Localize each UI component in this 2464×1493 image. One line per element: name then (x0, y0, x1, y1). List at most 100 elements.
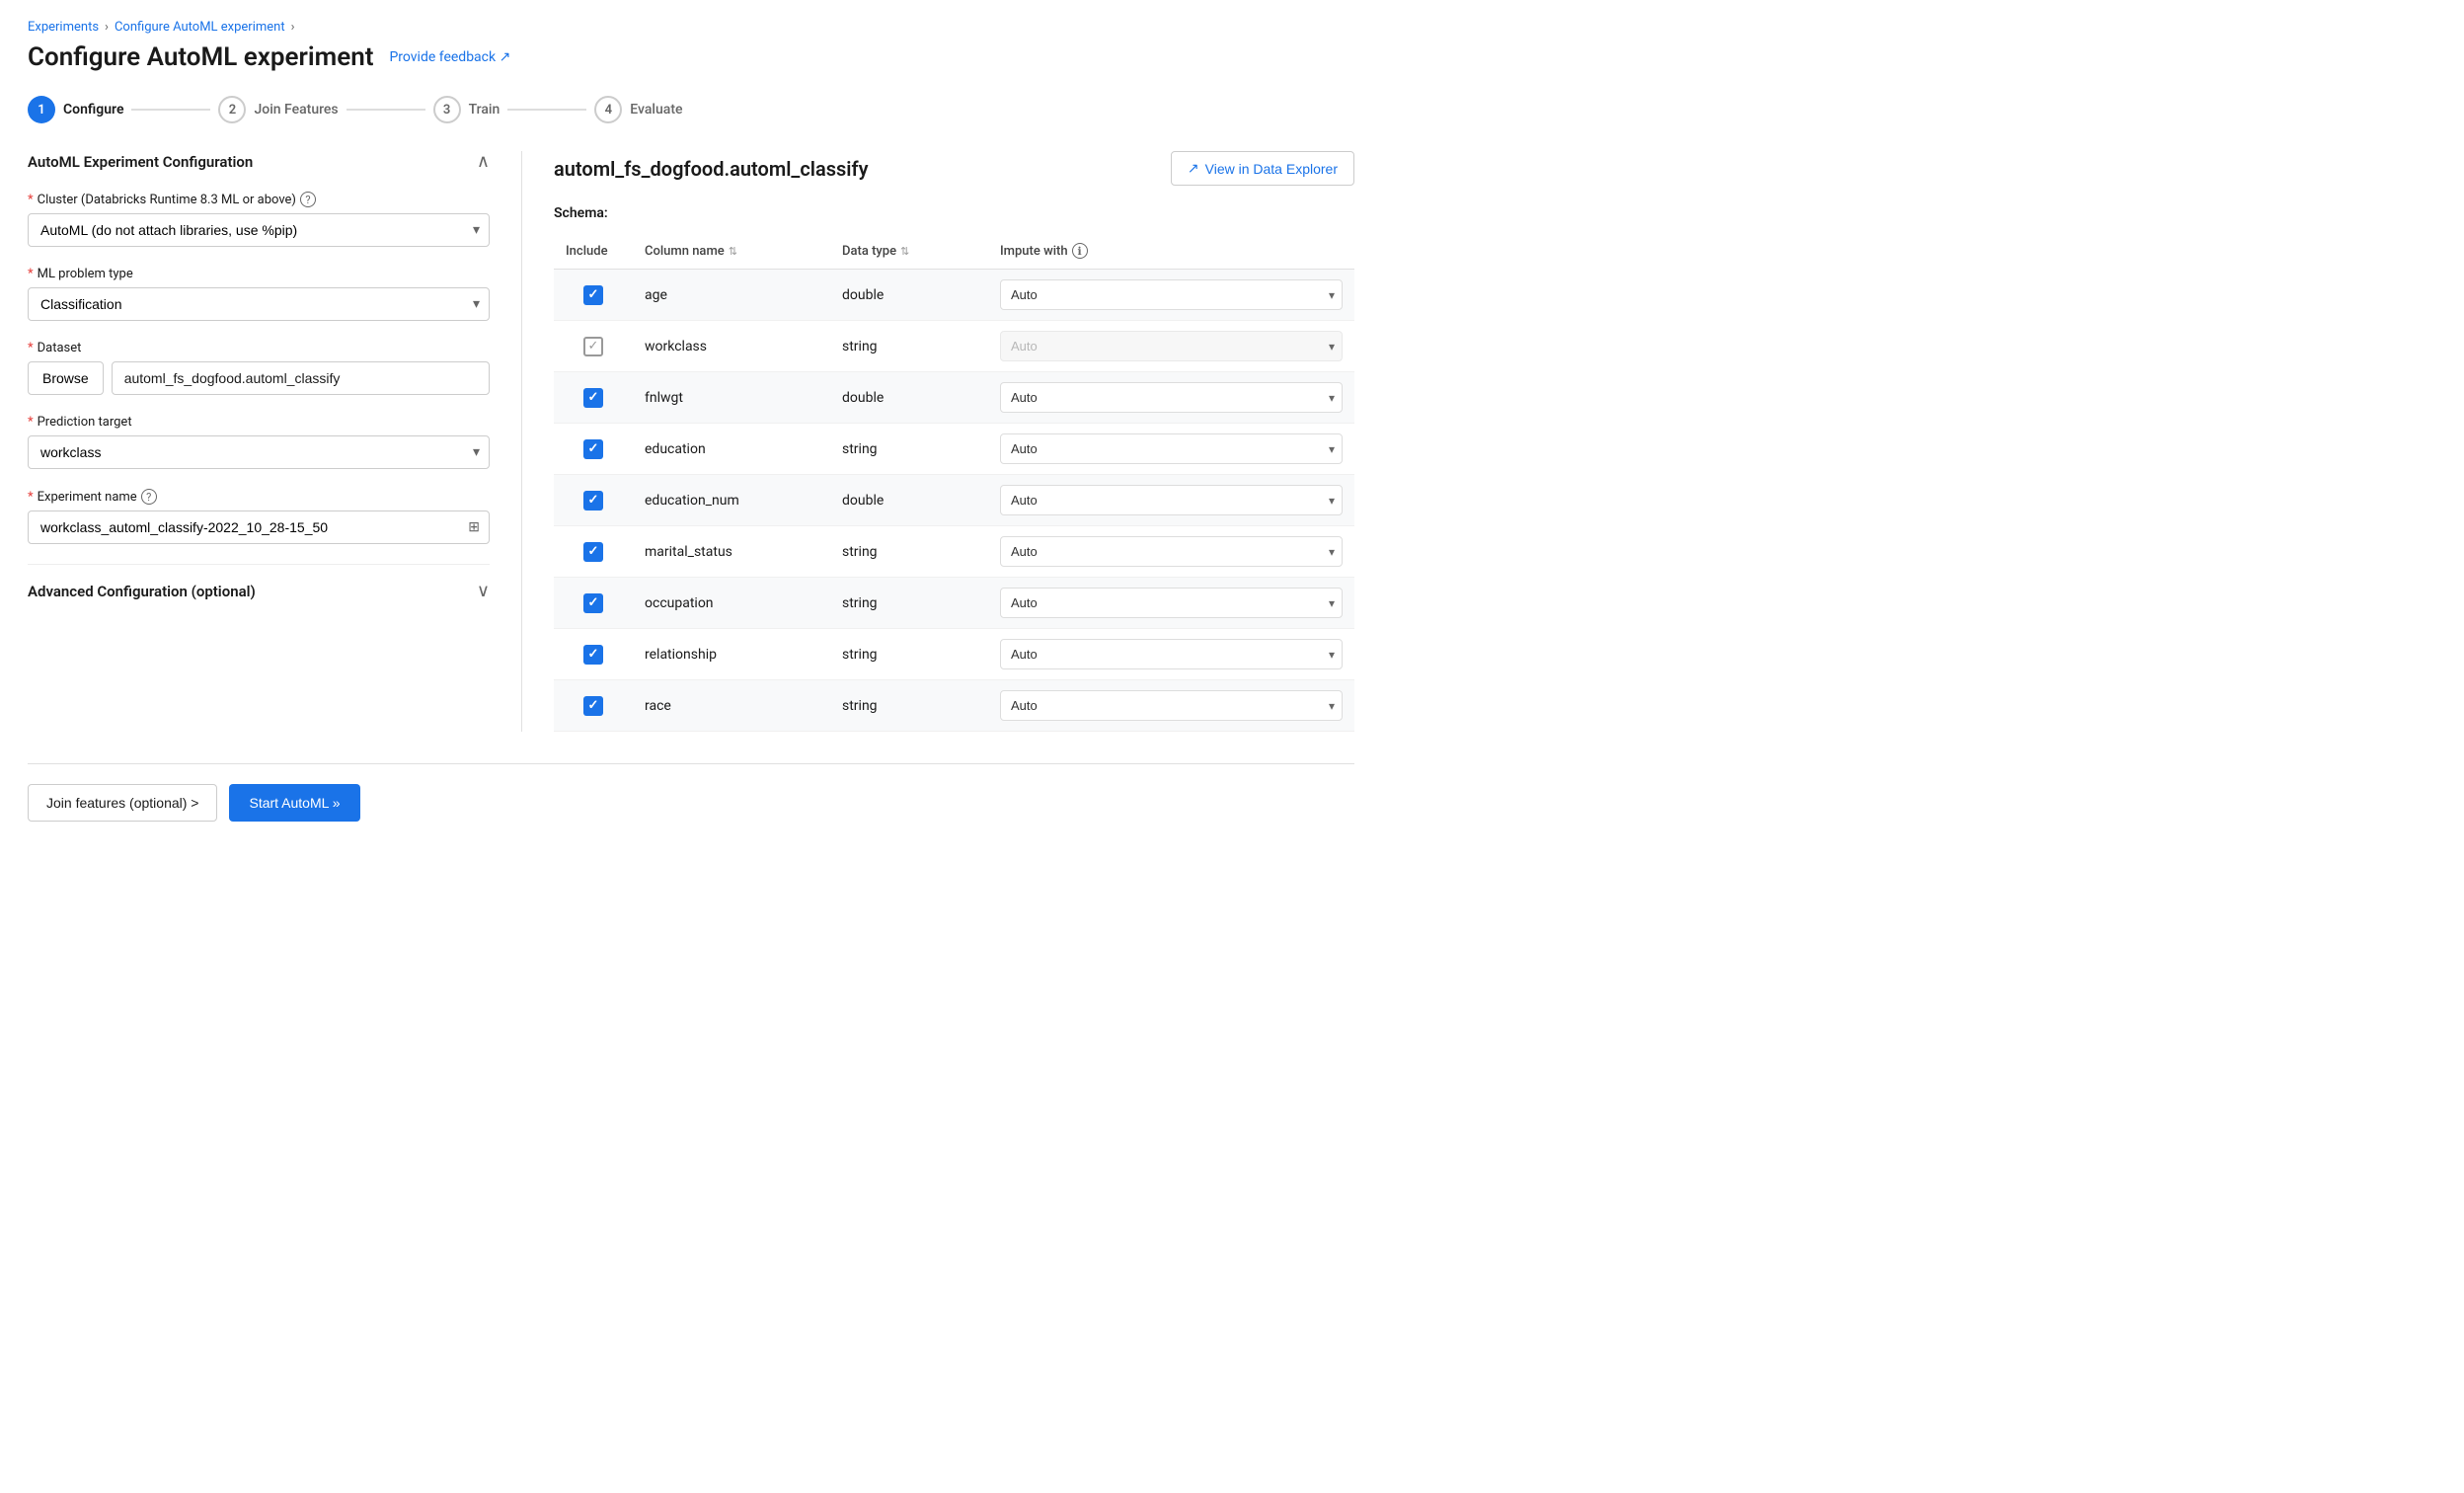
cell-impute: Auto▾ (988, 321, 1354, 372)
ml-type-field-group: * ML problem type Classification ▾ (28, 267, 490, 321)
checkbox-checked[interactable] (583, 491, 603, 511)
right-panel: automl_fs_dogfood.automl_classify ↗ View… (521, 151, 1354, 732)
cell-column-name: relationship (633, 629, 830, 680)
schema-label: Schema: (554, 205, 1354, 221)
cell-data-type: string (830, 321, 988, 372)
step-label-4: Evaluate (630, 102, 682, 118)
cell-column-name: workclass (633, 321, 830, 372)
breadcrumb-experiments[interactable]: Experiments (28, 20, 99, 35)
step-evaluate[interactable]: 4 Evaluate (594, 96, 682, 123)
experiment-name-icon: ⊞ (468, 519, 480, 535)
start-automl-button[interactable]: Start AutoML » (229, 784, 359, 822)
page-title: Configure AutoML experiment (28, 42, 373, 72)
impute-select[interactable]: Auto (1000, 690, 1343, 721)
cluster-select-wrapper: AutoML (do not attach libraries, use %pi… (28, 213, 490, 247)
cluster-select[interactable]: AutoML (do not attach libraries, use %pi… (28, 213, 490, 247)
step-label-3: Train (469, 102, 500, 118)
dataset-input[interactable] (112, 361, 490, 395)
join-features-button[interactable]: Join features (optional) > (28, 784, 217, 822)
step-train[interactable]: 3 Train (433, 96, 500, 123)
cell-impute: Auto▾ (988, 475, 1354, 526)
table-row: education_numdoubleAuto▾ (554, 475, 1354, 526)
prediction-target-select-wrapper: workclass ▾ (28, 435, 490, 469)
experiment-help-icon[interactable]: ? (141, 489, 157, 505)
impute-help-icon[interactable]: ℹ (1072, 243, 1088, 259)
cell-data-type: string (830, 526, 988, 578)
cell-column-name: race (633, 680, 830, 732)
experiment-name-input[interactable] (28, 511, 490, 544)
browse-button[interactable]: Browse (28, 361, 104, 395)
left-panel: AutoML Experiment Configuration ∧ * Clus… (28, 151, 521, 732)
impute-select[interactable]: Auto (1000, 382, 1343, 413)
checkbox-checked[interactable] (583, 696, 603, 716)
view-data-explorer-button[interactable]: ↗ View in Data Explorer (1171, 151, 1354, 186)
checkbox-checked[interactable] (583, 388, 603, 408)
step-circle-1: 1 (28, 96, 55, 123)
cluster-help-icon[interactable]: ? (300, 192, 316, 207)
checkbox-checked[interactable] (583, 593, 603, 613)
table-row: workclassstringAuto▾ (554, 321, 1354, 372)
table-row: occupationstringAuto▾ (554, 578, 1354, 629)
col-header-impute: Impute with ℹ (988, 233, 1354, 270)
step-circle-2: 2 (218, 96, 246, 123)
checkbox-checked[interactable] (583, 645, 603, 665)
checkbox-checked[interactable] (583, 542, 603, 562)
advanced-label: Advanced Configuration (optional) (28, 583, 256, 600)
cell-impute: Auto▾ (988, 578, 1354, 629)
breadcrumb-configure[interactable]: Configure AutoML experiment (115, 20, 285, 35)
table-row: agedoubleAuto▾ (554, 270, 1354, 321)
collapse-button[interactable]: ∧ (477, 151, 490, 172)
step-connector-3 (507, 109, 586, 111)
impute-select[interactable]: Auto (1000, 279, 1343, 310)
cell-data-type: string (830, 680, 988, 732)
ml-type-label: * ML problem type (28, 267, 490, 281)
step-connector-2 (346, 109, 425, 111)
ml-type-select[interactable]: Classification (28, 287, 490, 321)
table-row: educationstringAuto▾ (554, 424, 1354, 475)
prediction-target-field-group: * Prediction target workclass ▾ (28, 415, 490, 469)
cell-data-type: string (830, 424, 988, 475)
table-row: relationshipstringAuto▾ (554, 629, 1354, 680)
experiment-name-field-group: * Experiment name ? ⊞ (28, 489, 490, 544)
checkbox-checked[interactable] (583, 285, 603, 305)
cell-column-name: occupation (633, 578, 830, 629)
cell-data-type: string (830, 578, 988, 629)
impute-select[interactable]: Auto (1000, 639, 1343, 669)
dataset-label: * Dataset (28, 341, 490, 355)
impute-select[interactable]: Auto (1000, 331, 1343, 361)
step-configure[interactable]: 1 Configure (28, 96, 123, 123)
impute-select[interactable]: Auto (1000, 485, 1343, 515)
dataset-row: Browse (28, 361, 490, 395)
breadcrumb: Experiments › Configure AutoML experimen… (28, 20, 1354, 35)
ml-type-select-wrapper: Classification ▾ (28, 287, 490, 321)
experiment-name-label: * Experiment name ? (28, 489, 490, 505)
dataset-field-group: * Dataset Browse (28, 341, 490, 395)
checkbox-checked[interactable] (583, 439, 603, 459)
impute-select[interactable]: Auto (1000, 588, 1343, 618)
table-row: marital_statusstringAuto▾ (554, 526, 1354, 578)
cell-data-type: double (830, 270, 988, 321)
cell-impute: Auto▾ (988, 526, 1354, 578)
col-header-type[interactable]: Data type ⇅ (830, 233, 988, 270)
impute-select[interactable]: Auto (1000, 536, 1343, 567)
external-link-icon: ↗ (1188, 160, 1199, 177)
impute-select[interactable]: Auto (1000, 433, 1343, 464)
stepper: 1 Configure 2 Join Features 3 Train 4 Ev… (28, 96, 1354, 123)
step-connector-1 (131, 109, 210, 111)
data-type-sort-icon: ⇅ (900, 245, 909, 258)
step-join-features[interactable]: 2 Join Features (218, 96, 338, 123)
dataset-title-row: automl_fs_dogfood.automl_classify ↗ View… (554, 151, 1354, 186)
experiment-name-row: ⊞ (28, 511, 490, 544)
advanced-configuration-section[interactable]: Advanced Configuration (optional) ∨ (28, 564, 490, 617)
cell-data-type: double (830, 372, 988, 424)
prediction-target-select[interactable]: workclass (28, 435, 490, 469)
title-row: Configure AutoML experiment Provide feed… (28, 42, 1354, 72)
cell-column-name: education_num (633, 475, 830, 526)
feedback-link[interactable]: Provide feedback ↗ (389, 49, 510, 65)
table-row: fnlwgtdoubleAuto▾ (554, 372, 1354, 424)
checkbox-partial[interactable] (583, 337, 603, 356)
cell-data-type: string (830, 629, 988, 680)
cell-impute: Auto▾ (988, 270, 1354, 321)
column-name-sort-icon: ⇅ (729, 245, 737, 258)
col-header-name[interactable]: Column name ⇅ (633, 233, 830, 270)
